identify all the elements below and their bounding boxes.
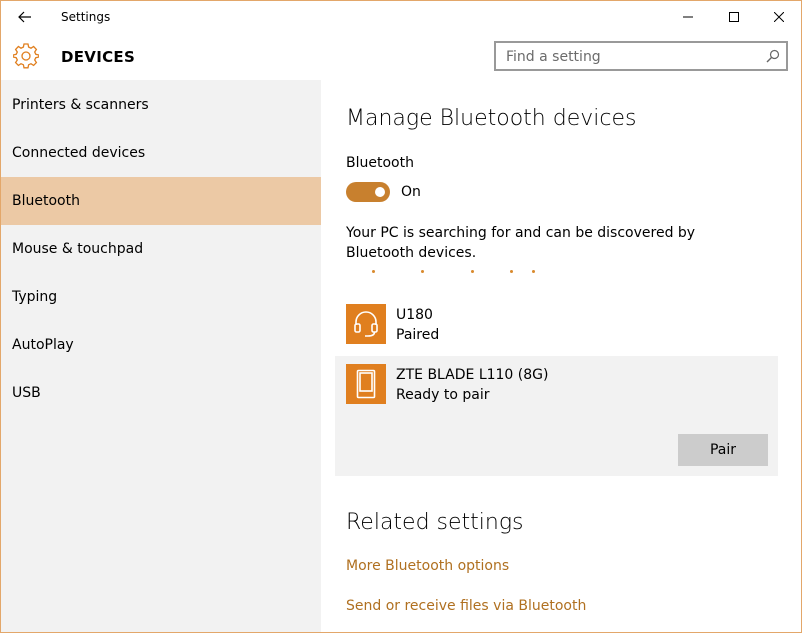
more-bluetooth-options-link[interactable]: More Bluetooth options	[346, 558, 509, 574]
progress-dot	[372, 270, 375, 273]
page-header: DEVICES	[1, 33, 801, 80]
progress-dot	[421, 270, 424, 273]
maximize-button[interactable]	[711, 1, 757, 33]
device-icon-tile	[346, 364, 386, 404]
progress-dot	[510, 270, 513, 273]
main-content: Manage Bluetooth devices Bluetooth On Yo…	[321, 80, 801, 632]
device-item-zte-blade[interactable]: ZTE BLADE L110 (8G) Ready to pair Pair	[335, 356, 778, 476]
sidebar-item-label: Connected devices	[12, 145, 146, 161]
sidebar-item-label: Bluetooth	[12, 193, 80, 209]
device-name: U180	[396, 307, 433, 323]
sidebar-item-usb[interactable]: USB	[1, 369, 321, 417]
sidebar-item-label: USB	[12, 385, 41, 401]
gear-icon	[13, 43, 39, 69]
sidebar-item-bluetooth[interactable]: Bluetooth	[1, 177, 321, 225]
minimize-icon	[683, 16, 693, 18]
sidebar-nav: Printers & scanners Connected devices Bl…	[1, 80, 321, 632]
section-title: DEVICES	[61, 48, 136, 66]
device-status: Ready to pair	[396, 387, 490, 403]
sidebar-item-connected-devices[interactable]: Connected devices	[1, 129, 321, 177]
close-icon	[774, 12, 784, 22]
sidebar-item-autoplay[interactable]: AutoPlay	[1, 321, 321, 369]
sidebar-item-label: Printers & scanners	[12, 97, 149, 113]
progress-dot	[532, 270, 535, 273]
sidebar-item-label: Typing	[12, 289, 58, 305]
device-status: Paired	[396, 327, 440, 343]
search-box[interactable]	[494, 41, 788, 71]
toggle-knob	[375, 187, 385, 197]
back-arrow-icon	[18, 11, 31, 23]
sidebar-item-label: AutoPlay	[12, 337, 74, 353]
send-receive-files-link[interactable]: Send or receive files via Bluetooth	[346, 598, 586, 614]
sidebar-item-printers-scanners[interactable]: Printers & scanners	[1, 81, 321, 129]
sidebar-item-mouse-touchpad[interactable]: Mouse & touchpad	[1, 225, 321, 273]
headset-icon	[354, 311, 378, 337]
device-item-u180[interactable]: U180 Paired	[335, 296, 778, 356]
title-bar: Settings	[1, 1, 801, 33]
searching-status-text: Your PC is searching for and can be disc…	[346, 225, 696, 261]
pair-button[interactable]: Pair	[678, 434, 768, 466]
close-button[interactable]	[756, 1, 801, 33]
device-name: ZTE BLADE L110 (8G)	[396, 367, 549, 383]
bluetooth-toggle[interactable]	[346, 182, 390, 202]
minimize-button[interactable]	[665, 1, 711, 33]
page-title: Manage Bluetooth devices	[346, 106, 637, 131]
search-input[interactable]	[504, 46, 758, 68]
progress-dot	[471, 270, 474, 273]
device-icon-tile	[346, 304, 386, 344]
sidebar-item-typing[interactable]: Typing	[1, 273, 321, 321]
back-button[interactable]	[11, 5, 39, 29]
settings-window: Settings DEVICES Printe	[0, 0, 802, 633]
related-settings-title: Related settings	[346, 510, 524, 535]
window-title: Settings	[61, 10, 111, 24]
maximize-icon	[729, 12, 739, 22]
phone-icon	[356, 369, 376, 399]
sidebar-item-label: Mouse & touchpad	[12, 241, 144, 257]
toggle-state-label: On	[401, 184, 421, 200]
bluetooth-toggle-label: Bluetooth	[346, 155, 414, 171]
search-icon[interactable]	[766, 49, 780, 63]
